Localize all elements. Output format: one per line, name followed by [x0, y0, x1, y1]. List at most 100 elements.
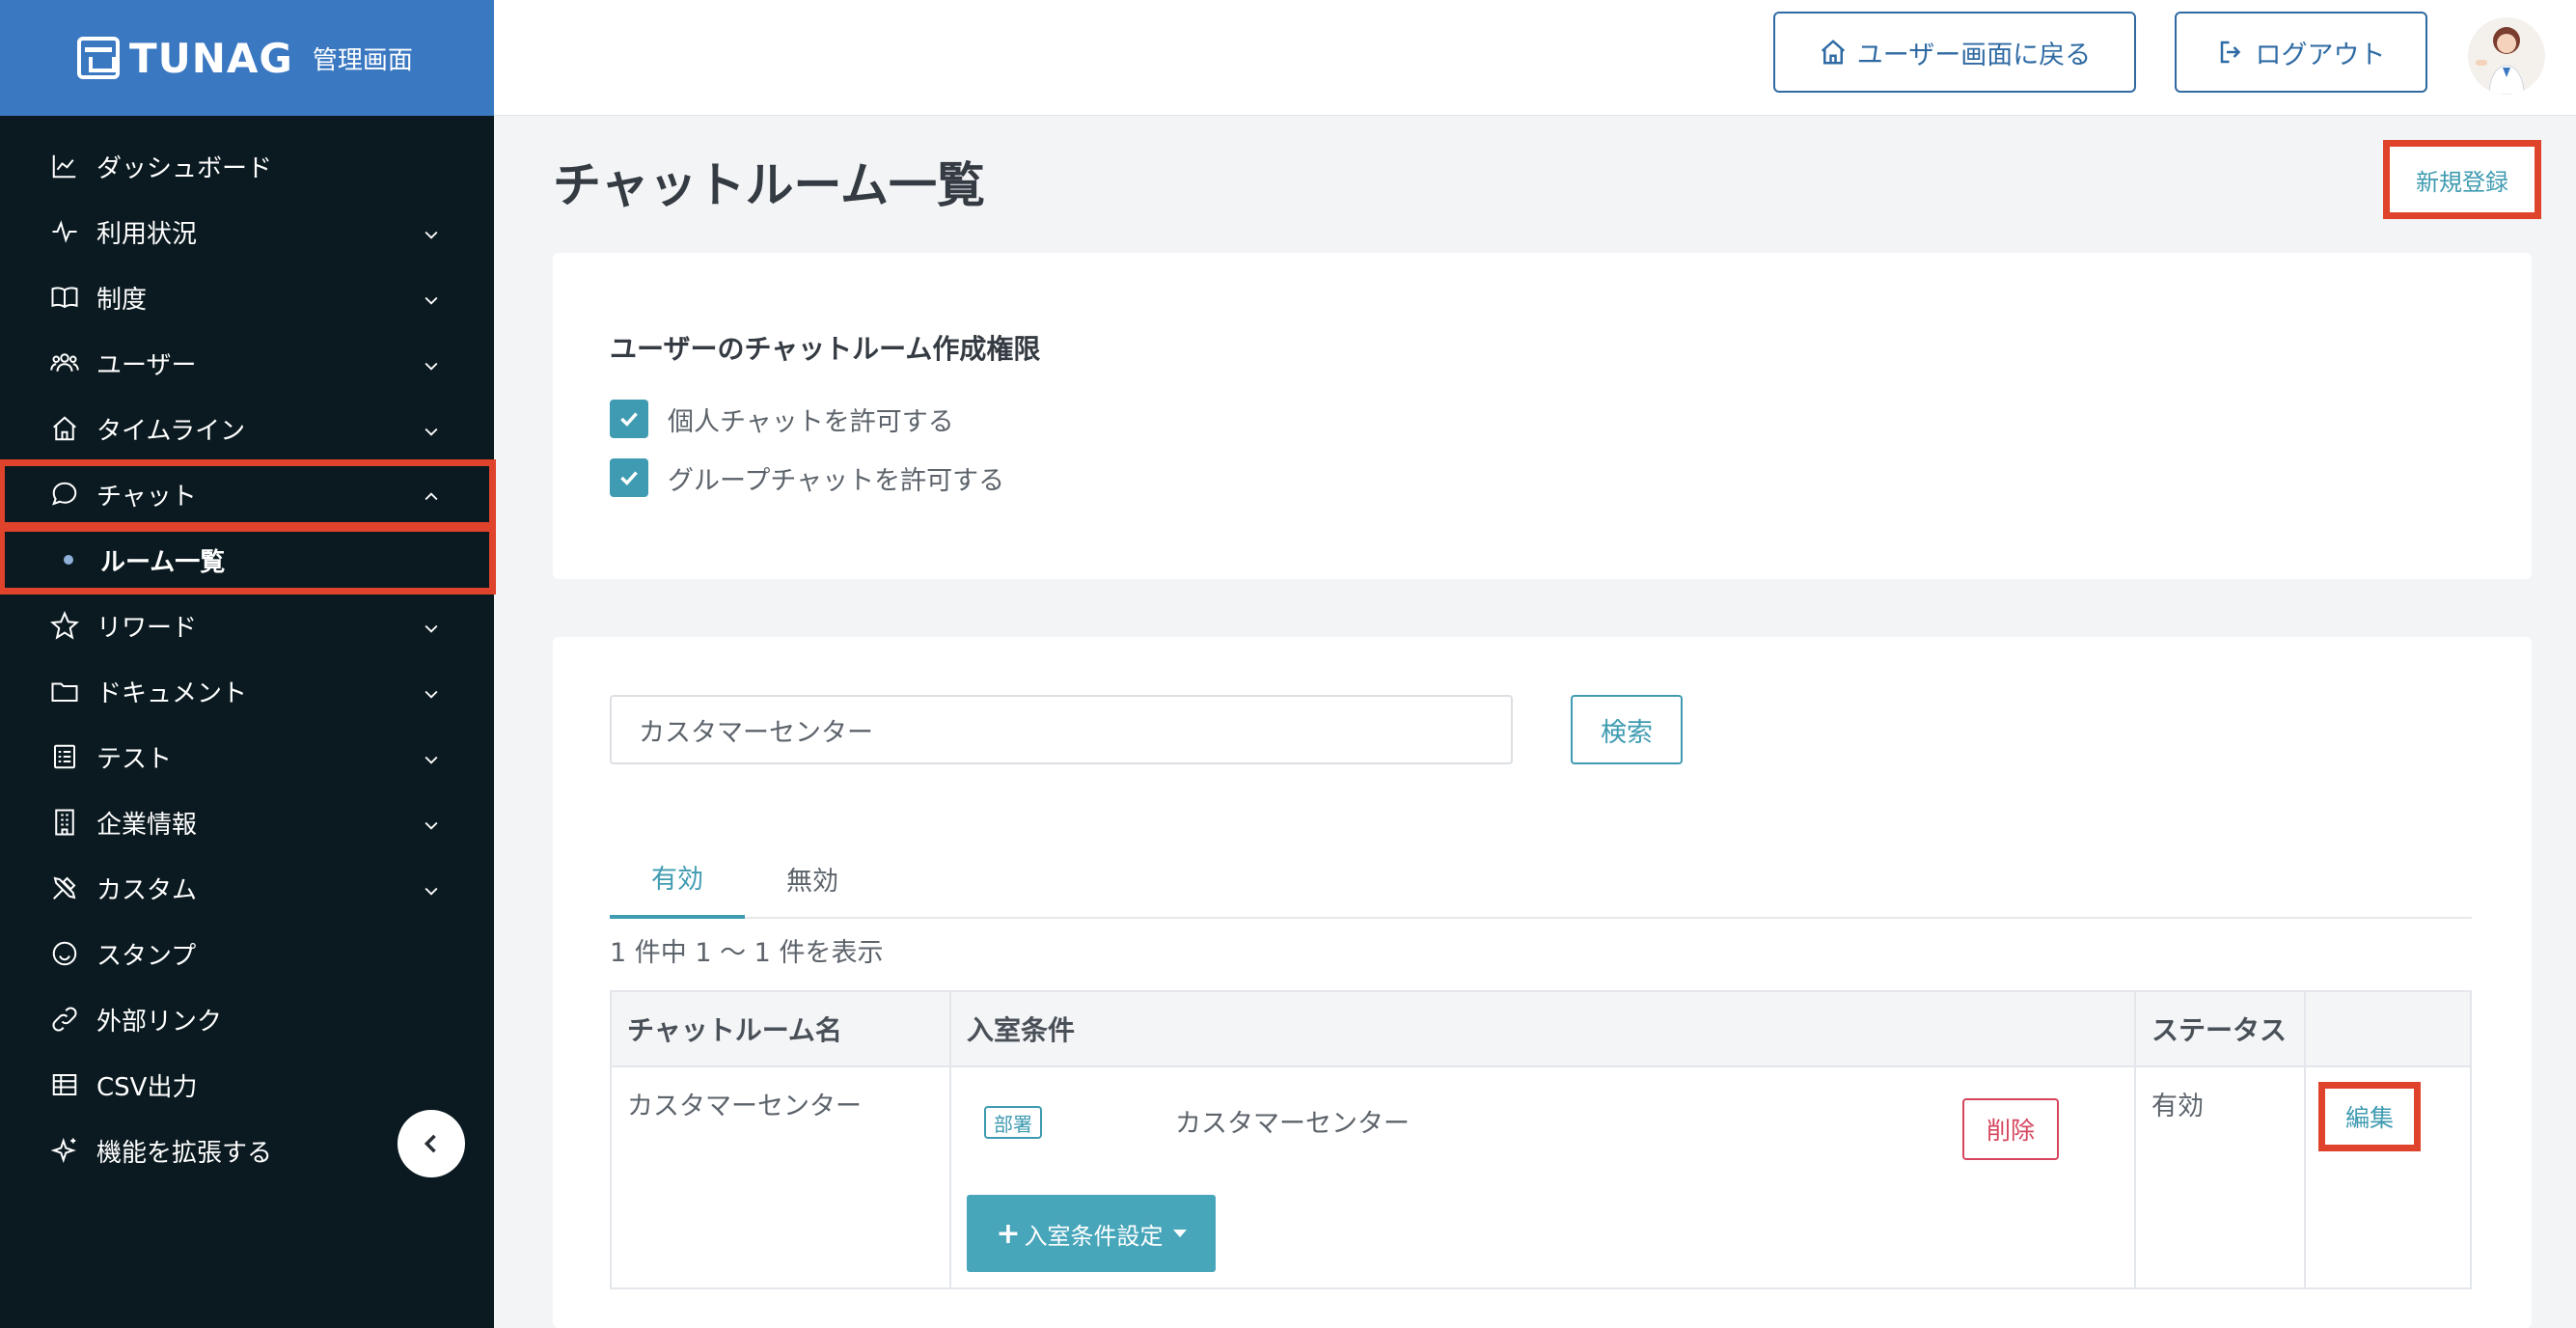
avatar[interactable]: [2468, 17, 2545, 95]
sidebar-item-label: テスト: [96, 744, 173, 774]
chat-bubble-icon: [48, 478, 81, 511]
result-count: 1 件中 1 〜 1 件を表示: [610, 938, 884, 968]
sidebar-item-reward[interactable]: リワード: [0, 593, 494, 658]
checkmark-icon: [620, 412, 638, 427]
room-name-cell: カスタマーセンター: [612, 1067, 951, 1287]
room-name: カスタマーセンター: [627, 1092, 862, 1121]
column-header-actions: [2306, 992, 2470, 1065]
back-to-user-screen-button[interactable]: ユーザー画面に戻る: [1773, 12, 2136, 93]
sidebar-item-label: ユーザー: [96, 350, 197, 380]
condition-value: カスタマーセンター: [1175, 1109, 1410, 1139]
folder-icon: [48, 675, 81, 707]
table-header: チャットルーム名 入室条件 ステータス: [612, 992, 2470, 1067]
bullet-dot-icon: [64, 555, 73, 565]
tab-active[interactable]: 有効: [610, 838, 745, 919]
plus-icon: +: [996, 1216, 1021, 1251]
sidebar-item-external-link[interactable]: 外部リンク: [0, 986, 494, 1052]
group-chat-checkbox[interactable]: [610, 458, 648, 497]
sidebar-item-label: スタンプ: [96, 941, 197, 971]
status-cell: 有効: [2136, 1067, 2306, 1287]
logout-button[interactable]: ログアウト: [2175, 12, 2427, 93]
tab-inactive[interactable]: 無効: [745, 838, 880, 919]
group-chat-checkbox-row[interactable]: グループチャットを許可する: [610, 458, 1004, 497]
search-button[interactable]: 検索: [1571, 695, 1683, 764]
sidebar-item-system[interactable]: 制度: [0, 264, 494, 330]
sidebar-item-custom[interactable]: カスタム: [0, 855, 494, 921]
sidebar-item-users[interactable]: ユーザー: [0, 330, 494, 396]
delete-condition-button[interactable]: 削除: [1962, 1098, 2059, 1160]
actions-cell: 編集: [2306, 1067, 2470, 1287]
sidebar-item-label: 制度: [96, 285, 148, 315]
top-header: ユーザー画面に戻る ログアウト: [494, 0, 2576, 116]
status-text: 有効: [2151, 1092, 2204, 1121]
entry-condition-cell: 部署 カスタマーセンター 削除 + 入室条件設定: [951, 1067, 2136, 1287]
chevron-down-icon: [422, 813, 441, 832]
building-icon: [48, 806, 81, 839]
brand-subtitle: 管理画面: [312, 45, 413, 75]
logout-button-label: ログアウト: [2255, 40, 2386, 70]
sidebar-item-label: 機能を拡張する: [96, 1138, 273, 1168]
condition-type-badge: 部署: [984, 1106, 1042, 1139]
sidebar-item-label: タイムライン: [96, 416, 246, 446]
sidebar-item-dashboard[interactable]: ダッシュボード: [0, 133, 494, 199]
sidebar-nav: ダッシュボード 利用状況 制度 ユーザー タイムライン チャット ルーム一覧 リ…: [0, 116, 496, 1183]
chevron-down-icon: [422, 288, 441, 307]
chevron-left-icon: [424, 1134, 436, 1153]
sidebar-item-stamp[interactable]: スタンプ: [0, 921, 494, 986]
checkmark-icon: [620, 471, 638, 485]
room-table: チャットルーム名 入室条件 ステータス カスタマーセンター 部署 カスタマーセン…: [610, 990, 2472, 1289]
caret-down-icon: [1172, 1230, 1187, 1237]
sidebar-collapse-button[interactable]: [397, 1110, 465, 1177]
personal-chat-checkbox[interactable]: [610, 400, 648, 438]
add-condition-label: 入室条件設定: [1024, 1222, 1164, 1250]
sidebar-item-label: 利用状況: [96, 219, 198, 249]
edit-button[interactable]: 編集: [2318, 1082, 2421, 1151]
column-header-status: ステータス: [2136, 992, 2306, 1065]
sidebar-item-csv-export[interactable]: CSV出力: [0, 1052, 494, 1118]
checkbox-label: 個人チャットを許可する: [668, 406, 954, 437]
chevron-down-icon: [422, 878, 441, 898]
chart-line-icon: [48, 150, 81, 182]
sparkle-icon: [48, 1134, 81, 1167]
search-input[interactable]: [610, 695, 1513, 764]
home-icon: [1821, 40, 1845, 65]
sidebar-item-company[interactable]: 企業情報: [0, 789, 494, 855]
personal-chat-checkbox-row[interactable]: 個人チャットを許可する: [610, 400, 954, 438]
table-icon: [48, 1068, 81, 1101]
checkbox-label: グループチャットを許可する: [668, 465, 1005, 496]
sidebar-item-document[interactable]: ドキュメント: [0, 658, 494, 724]
sidebar-item-label: 企業情報: [96, 810, 198, 840]
chevron-down-icon: [422, 222, 441, 241]
logout-icon: [2220, 41, 2240, 64]
sidebar-item-label: CSV出力: [96, 1072, 198, 1102]
column-header-room-name: チャットルーム名: [612, 992, 951, 1065]
column-header-entry-condition: 入室条件: [951, 992, 2136, 1065]
chevron-up-icon: [422, 484, 441, 504]
sidebar-item-label: リワード: [96, 613, 198, 643]
sidebar-item-label: チャット: [96, 482, 197, 512]
add-entry-condition-button[interactable]: + 入室条件設定: [967, 1195, 1216, 1272]
brand-header[interactable]: TUNAG 管理画面: [0, 0, 494, 116]
users-icon: [48, 346, 81, 379]
status-tabs: 有効 無効: [610, 838, 2472, 919]
sidebar-item-label: 外部リンク: [96, 1007, 223, 1037]
sidebar-item-test[interactable]: テスト: [0, 724, 494, 789]
sidebar-item-timeline[interactable]: タイムライン: [0, 396, 494, 461]
activity-icon: [48, 215, 81, 248]
back-button-label: ユーザー画面に戻る: [1856, 40, 2092, 70]
sidebar-item-usage[interactable]: 利用状況: [0, 199, 494, 264]
new-register-button[interactable]: 新規登録: [2383, 140, 2541, 219]
sidebar-item-label: ダッシュボード: [96, 153, 273, 183]
link-icon: [48, 1003, 81, 1036]
sidebar-subitem-room-list[interactable]: ルーム一覧: [0, 525, 496, 595]
chevron-down-icon: [422, 747, 441, 766]
table-row: カスタマーセンター 部署 カスタマーセンター 削除 + 入室条件設定 有効 編集: [612, 1067, 2470, 1287]
tools-icon: [48, 872, 81, 904]
home-icon: [48, 412, 81, 445]
chevron-down-icon: [422, 681, 441, 701]
sidebar-item-label: カスタム: [96, 875, 198, 905]
star-icon: [48, 609, 81, 642]
chevron-down-icon: [422, 616, 441, 635]
sidebar-item-chat[interactable]: チャット: [0, 459, 496, 529]
chevron-down-icon: [422, 419, 441, 438]
